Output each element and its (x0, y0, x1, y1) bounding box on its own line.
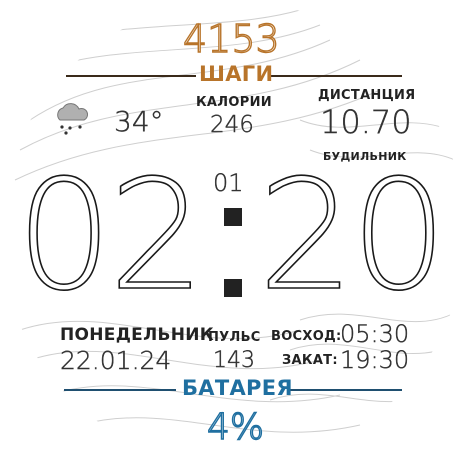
clock-minutes: 20 (257, 147, 448, 324)
clock-seconds: 01 (213, 169, 244, 197)
clock-hours: 02 (15, 147, 206, 324)
temperature-value: 34° (114, 105, 164, 138)
colon-dot-bottom (224, 279, 242, 297)
cloud-rain-snow-icon (57, 103, 89, 135)
steps-divider-left (66, 75, 196, 77)
watch-face: 4153 ШАГИ 34° КАЛОРИИ 246 ДИСТАНЦИЯ 10.7… (0, 0, 466, 466)
battery-value: 4% (206, 407, 265, 448)
sunrise-value: 05:30 (340, 320, 410, 348)
sunset-value: 19:30 (340, 346, 410, 374)
battery-label: БАТАРЕЯ (182, 376, 293, 400)
calories-label: КАЛОРИИ (196, 95, 272, 110)
battery-divider-left (64, 389, 176, 391)
distance-label: ДИСТАНЦИЯ (318, 88, 416, 103)
steps-label: ШАГИ (199, 62, 274, 86)
date-value: 22.01.24 (60, 346, 172, 375)
weekday-label: ПОНЕДЕЛЬНИК (60, 325, 215, 345)
sunset-label: ЗАКАТ: (282, 353, 338, 368)
calories-value: 246 (210, 112, 254, 138)
battery-divider-right (290, 389, 402, 391)
pulse-label: ПУЛЬС (208, 330, 261, 345)
steps-divider-right (270, 75, 402, 77)
pulse-value: 143 (213, 348, 255, 373)
sunrise-label: ВОСХОД: (271, 329, 342, 344)
colon-dot-top (224, 208, 242, 226)
steps-value: 4153 (182, 17, 280, 61)
distance-value: 10.70 (320, 103, 412, 141)
